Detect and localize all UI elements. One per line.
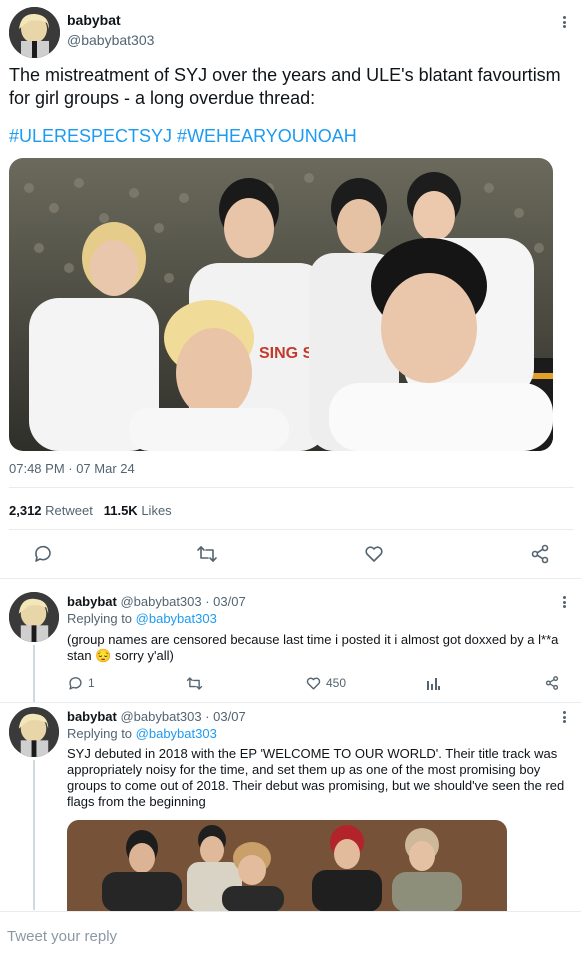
reply-text: (group names are censored because last t… [67,632,559,663]
replying-handle[interactable]: @babybat303 [136,611,217,626]
author-name[interactable]: babybat [67,12,121,28]
retweet-action[interactable] [186,674,203,692]
replying-prefix: Replying to [67,726,133,741]
reply-count: 1 [88,676,95,690]
replying-to: Replying to @babybat303 [67,611,217,626]
retweet-icon [186,676,203,690]
more-icon[interactable] [557,14,571,30]
replying-prefix: Replying to [67,611,133,626]
retweet-label[interactable]: Retweet [45,503,93,518]
main-avatar[interactable] [9,7,60,58]
reply-author-name[interactable]: babybat [67,709,117,724]
reply-action[interactable]: 1 [67,674,95,692]
share-icon[interactable] [529,543,551,565]
like-label[interactable]: Likes [141,503,171,518]
share-icon [545,676,559,690]
reply-handle-date[interactable]: @babybat303 · 03/07 [120,709,245,724]
divider [0,702,581,703]
analytics-icon [427,678,440,690]
reply-icon[interactable] [32,543,54,565]
tweet-stats: 2,312 Retweet 11.5K Likes [9,503,172,518]
tweet-text: The mistreatment of SYJ over the years a… [9,65,561,108]
thread-line [33,760,35,910]
more-icon[interactable] [557,594,571,610]
like-icon [306,677,321,690]
thread-line [33,645,35,702]
author-handle[interactable]: @babybat303 [67,32,154,48]
replying-handle[interactable]: @babybat303 [136,726,217,741]
like-action[interactable]: 450 [305,674,346,692]
reply-avatar[interactable] [9,592,59,642]
reply-avatar[interactable] [9,707,59,757]
divider [9,529,574,530]
tweet-hashtags[interactable]: #ULERESPECTSYJ #WEHEARYOUNOAH [9,126,357,147]
divider [0,578,581,579]
reply-text: SYJ debuted in 2018 with the EP 'WELCOME… [67,746,565,809]
retweet-count[interactable]: 2,312 [9,503,42,518]
reply-header: babybat @babybat303 · 03/07 [67,709,246,724]
more-icon[interactable] [557,709,571,725]
analytics-action[interactable] [425,674,441,692]
reply-photo[interactable] [67,820,507,912]
reply-handle-date[interactable]: @babybat303 · 03/07 [120,594,245,609]
retweet-icon[interactable] [196,543,218,565]
tweet-timestamp[interactable]: 07:48 PM · 07 Mar 24 [9,461,135,476]
reply-author-name[interactable]: babybat [67,594,117,609]
tweet-photo[interactable]: SING SING SING [9,158,553,451]
share-action[interactable] [544,674,560,692]
reply-icon [69,676,82,690]
compose-bar [0,911,581,960]
like-count[interactable]: 11.5K [104,503,138,518]
like-icon[interactable] [363,543,385,565]
replying-to: Replying to @babybat303 [67,726,217,741]
like-count: 450 [326,676,347,690]
divider [9,487,574,488]
reply-input[interactable] [7,928,567,945]
reply-header: babybat @babybat303 · 03/07 [67,594,246,609]
